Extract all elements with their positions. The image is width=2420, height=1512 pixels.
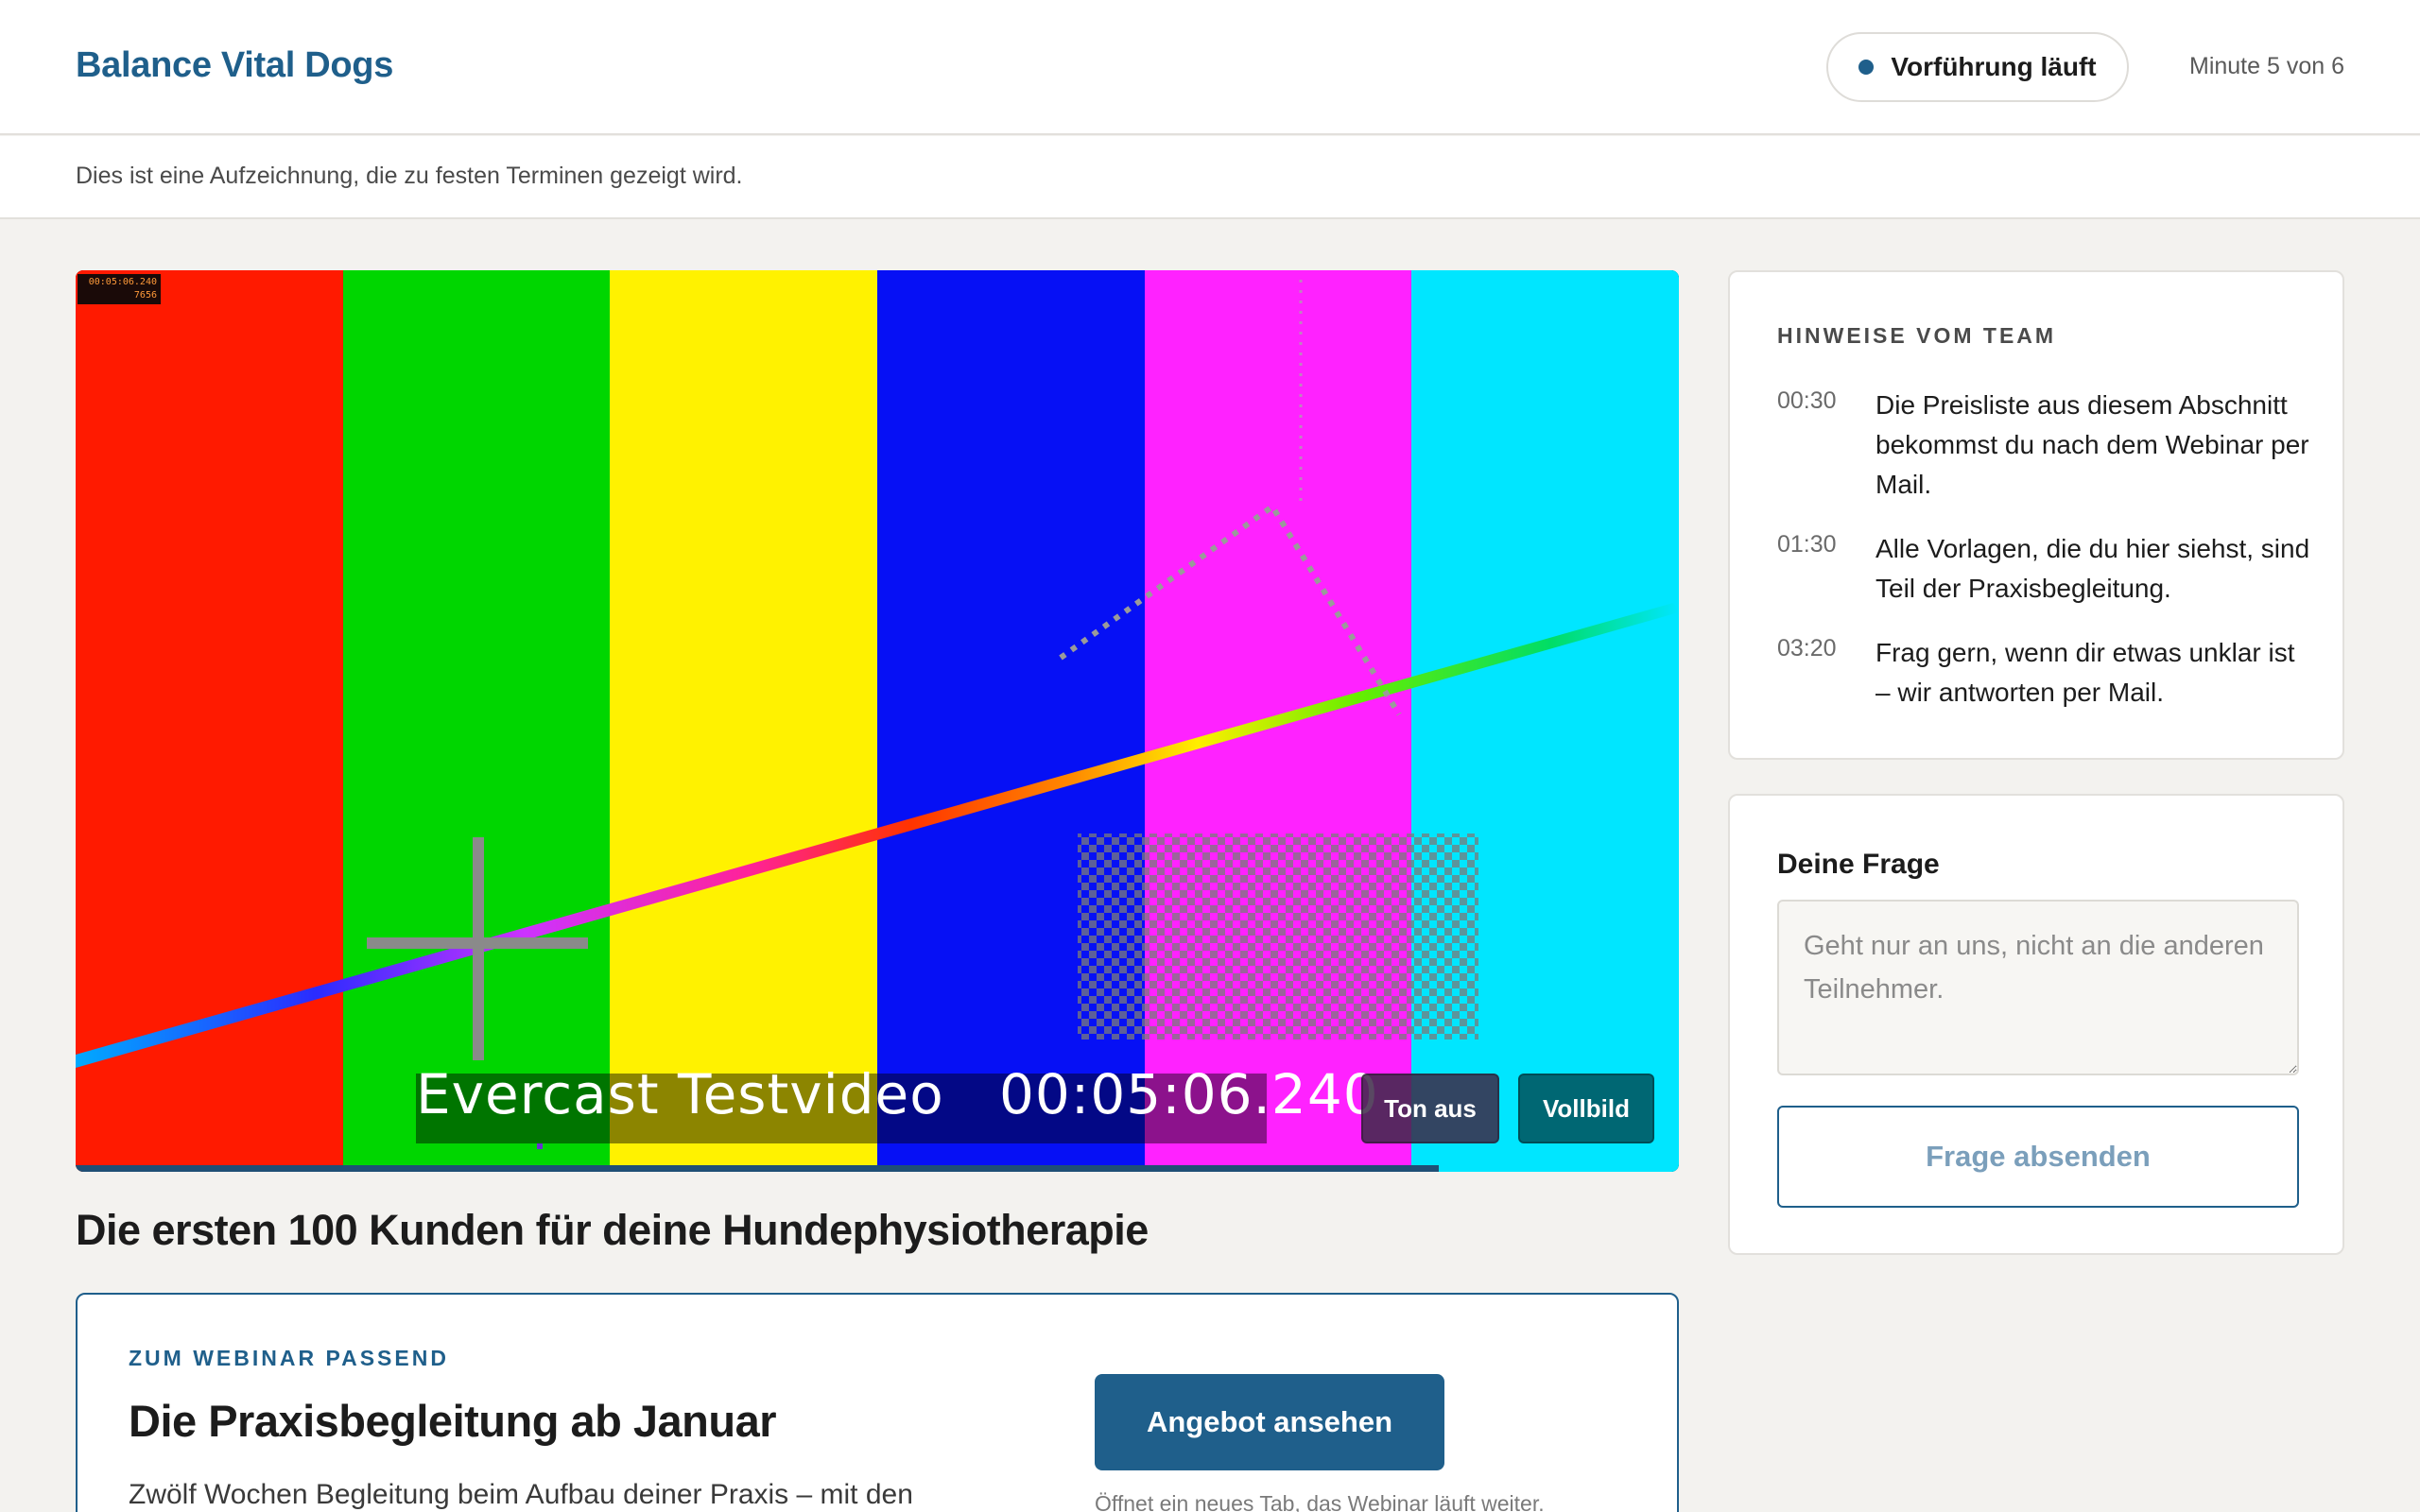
mute-button[interactable]: Ton aus (1361, 1074, 1499, 1143)
video-progress-fill (76, 1165, 1439, 1172)
note-time: 00:30 (1777, 387, 1837, 414)
video-player[interactable]: 00:05:06.240 7656 Evercast Testvideo 00:… (76, 270, 1679, 1172)
offer-title: Die Praxisbegleitung ab Januar (129, 1396, 777, 1446)
team-notes-panel: HINWEISE VOM TEAM 00:30 Die Preisliste a… (1728, 270, 2344, 760)
notes-list: 00:30 Die Preisliste aus diesem Abschnit… (1777, 386, 2316, 737)
status-badge: Vorführung läuft (1826, 32, 2129, 102)
note-text: Die Preisliste aus diesem Abschnitt beko… (1876, 390, 2309, 499)
brand-logo[interactable]: Balance Vital Dogs (76, 45, 393, 86)
top-bar: Balance Vital Dogs Vorführung läuft Minu… (0, 0, 2420, 135)
question-label: Deine Frage (1777, 849, 1940, 880)
corner-frame-value: 7656 (133, 290, 157, 301)
test-pattern-overlay (76, 280, 1679, 1149)
offer-description: Zwölf Wochen Begleitung beim Aufbau dein… (129, 1479, 913, 1510)
checkerboard-block (1078, 833, 1478, 1040)
offer-note: Öffnet ein neues Tab, das Webinar läuft … (1095, 1491, 1545, 1512)
video-progress-track[interactable] (76, 1165, 1679, 1172)
submit-question-button[interactable]: Frage absenden (1777, 1106, 2299, 1208)
note-time: 03:20 (1777, 635, 1837, 662)
note-item: 01:30 Alle Vorlagen, die du hier siehst,… (1777, 529, 2316, 609)
live-dot-icon (1858, 60, 1875, 75)
offer-card: ZUM WEBINAR PASSEND Die Praxisbegleitung… (76, 1293, 1679, 1512)
corner-timecode: 00:05:06.240 7656 (78, 274, 161, 304)
notes-heading: HINWEISE VOM TEAM (1777, 323, 2057, 348)
question-panel: Deine Frage Frage absenden (1728, 794, 2344, 1255)
note-time: 01:30 (1777, 531, 1837, 558)
dotted-path (1059, 502, 1402, 716)
question-input[interactable] (1777, 900, 2299, 1075)
offer-kicker: ZUM WEBINAR PASSEND (129, 1346, 449, 1370)
view-offer-button[interactable]: Angebot ansehen (1095, 1374, 1444, 1470)
note-text: Alle Vorlagen, die du hier siehst, sind … (1876, 534, 2310, 603)
minute-indicator: Minute 5 von 6 (2189, 53, 2344, 79)
note-item: 03:20 Frag gern, wenn dir etwas unklar i… (1777, 633, 2316, 713)
status-label: Vorführung läuft (1891, 52, 2097, 81)
video-caption: Evercast Testvideo 00:05:06.240 (416, 1062, 1379, 1126)
fullscreen-button[interactable]: Vollbild (1518, 1074, 1654, 1143)
recording-notice: Dies ist eine Aufzeichnung, die zu feste… (0, 136, 2420, 219)
note-item: 00:30 Die Preisliste aus diesem Abschnit… (1777, 386, 2316, 505)
caption-marker (537, 1143, 543, 1149)
note-text: Frag gern, wenn dir etwas unklar ist – w… (1876, 638, 2295, 707)
crosshair-horizontal (367, 937, 588, 949)
recording-notice-text: Dies ist eine Aufzeichnung, die zu feste… (76, 163, 743, 189)
webinar-title: Die ersten 100 Kunden für deine Hundephy… (76, 1206, 1149, 1254)
corner-timecode-value: 00:05:06.240 (88, 277, 157, 287)
